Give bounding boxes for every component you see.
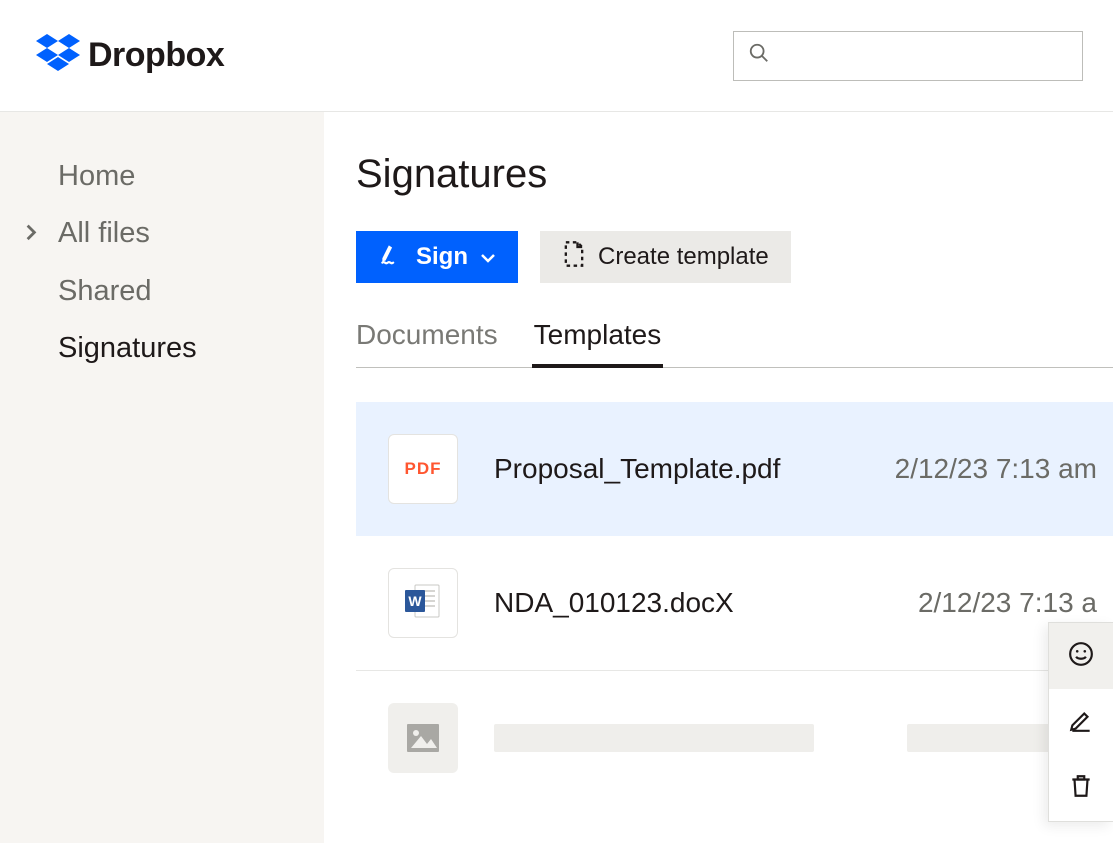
sidebar-item-shared[interactable]: Shared [0,263,324,320]
file-name: NDA_010123.docX [494,587,882,619]
create-template-button[interactable]: Create template [540,231,791,283]
pdf-icon: PDF [405,459,442,479]
smiley-icon [1068,641,1094,672]
search-input[interactable] [733,31,1083,81]
create-template-label: Create template [598,243,769,271]
brand-logo[interactable]: Dropbox [36,34,224,77]
action-toolbar: Sign Create template [356,231,1113,283]
sidebar-item-label: Signatures [58,332,197,364]
delete-icon [1068,773,1094,804]
file-row-loading [356,671,1113,805]
edit-icon [1068,707,1094,738]
reaction-button[interactable] [1049,623,1113,689]
word-icon: W [403,581,443,626]
file-type-icon: W [388,568,458,638]
sidebar-item-signatures[interactable]: Signatures [0,320,324,377]
chevron-right-icon [24,221,38,246]
tab-label: Documents [356,319,498,350]
file-date: 2/12/23 7:13 a [918,587,1113,619]
sidebar-item-label: Shared [58,275,152,307]
tab-bar: Documents Templates [356,319,1113,368]
tab-templates[interactable]: Templates [534,319,662,367]
file-name: Proposal_Template.pdf [494,453,859,485]
file-row[interactable]: PDF Proposal_Template.pdf 2/12/23 7:13 a… [356,402,1113,536]
file-row[interactable]: W NDA_010123.docX 2/12/23 7:13 a [356,536,1113,671]
tab-label: Templates [534,319,662,350]
skeleton-name [494,724,814,752]
sign-icon [378,241,404,274]
sidebar-item-home[interactable]: Home [0,148,324,205]
template-icon [562,240,586,275]
dropbox-icon [36,34,80,77]
chevron-down-icon [480,243,496,271]
file-list: PDF Proposal_Template.pdf 2/12/23 7:13 a… [356,402,1113,805]
edit-button[interactable] [1049,689,1113,755]
sign-button-label: Sign [416,243,468,271]
delete-button[interactable] [1049,755,1113,821]
svg-text:W: W [408,593,422,609]
image-placeholder-icon [388,703,458,773]
sidebar-item-label: Home [58,160,135,192]
file-type-icon: PDF [388,434,458,504]
sidebar-nav: Home All files Shared Signatures [0,112,324,843]
main-content: Signatures Sign [324,112,1113,843]
file-date: 2/12/23 7:13 am [895,453,1113,485]
sign-button[interactable]: Sign [356,231,518,283]
brand-name: Dropbox [88,36,224,75]
sidebar-item-label: All files [58,217,150,249]
row-actions-panel [1048,622,1113,822]
search-field[interactable] [780,44,1068,67]
app-header: Dropbox [0,0,1113,112]
page-title: Signatures [356,152,1113,197]
tab-documents[interactable]: Documents [356,319,498,367]
search-icon [748,42,770,69]
sidebar-item-all-files[interactable]: All files [0,205,324,262]
